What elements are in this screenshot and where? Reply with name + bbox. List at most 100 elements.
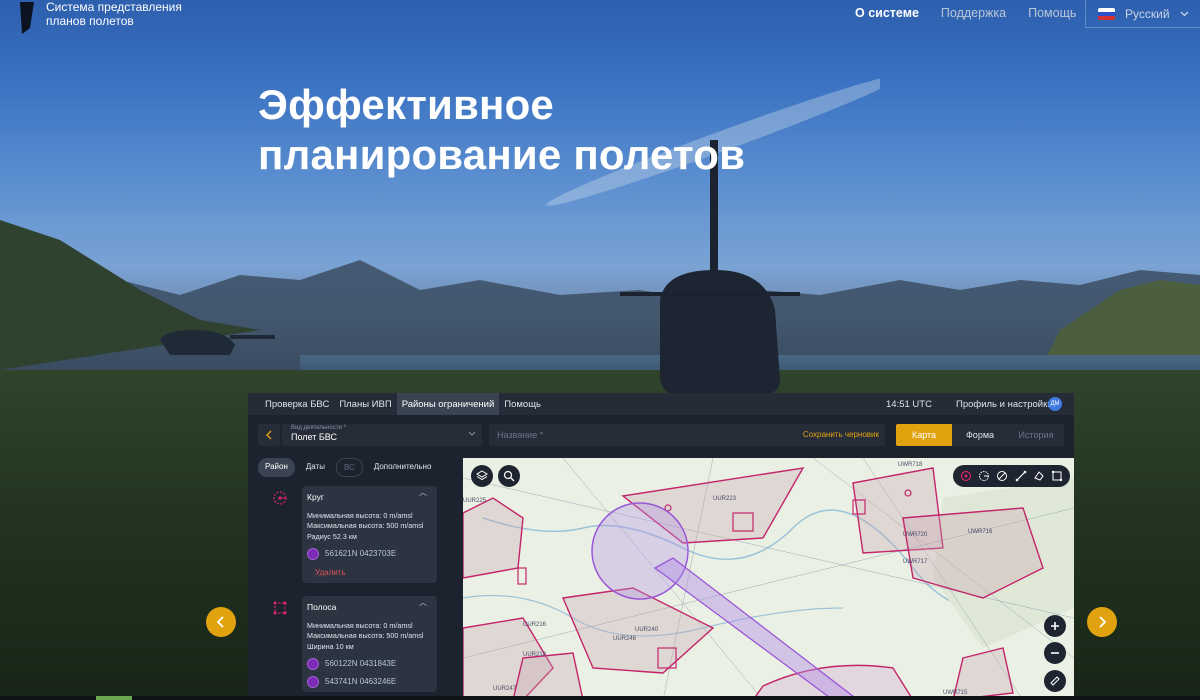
svg-text:UUR247: UUR247	[493, 686, 517, 692]
zone-max-alt: Максимальная высота: 500 m/amsl	[307, 631, 424, 640]
svg-text:UUR223: UUR223	[713, 496, 737, 502]
app-topbar: Проверка БВС Планы ИВП Районы ограничени…	[248, 393, 1074, 415]
map-canvas[interactable]: UUR223 UWR718 UWR716 UWR720 UWR717 UUR21…	[463, 458, 1074, 700]
language-selector[interactable]: Русский	[1085, 0, 1200, 28]
activity-label: Вид деятельности *	[291, 425, 346, 431]
collapse-icon[interactable]: ︿	[419, 598, 427, 609]
hero-title: Эффективное планирование полетов	[258, 81, 746, 178]
language-label: Русский	[1125, 6, 1170, 21]
profile-link[interactable]: Профиль и настройки	[956, 399, 1053, 410]
chevron-left-icon	[266, 430, 272, 440]
name-input[interactable]: Название * Сохранить черновик	[489, 424, 885, 446]
coordinate-value: 543741N 0463246E	[325, 676, 397, 686]
zone-title: Полоса	[307, 602, 337, 612]
ruler-icon	[1050, 676, 1060, 686]
name-placeholder: Название *	[497, 430, 544, 440]
svg-text:UUR246: UUR246	[613, 636, 637, 642]
coordinate-row: 560122N 0431843E	[307, 658, 432, 670]
circle-radius-icon[interactable]	[978, 470, 990, 482]
drawing-toolbar	[953, 465, 1070, 487]
pill-dates[interactable]: Даты	[299, 458, 332, 477]
zoom-in-button[interactable]	[1044, 615, 1066, 637]
svg-text:UUR216: UUR216	[523, 622, 547, 628]
activity-value: Полет БВС	[291, 432, 337, 442]
view-form-tab[interactable]: Форма	[952, 424, 1008, 446]
point-marker-icon	[307, 548, 319, 560]
carousel-prev-button[interactable]	[206, 607, 236, 637]
zone-min-alt: Минимальная высота: 0 m/amsl	[307, 510, 413, 520]
nav-support[interactable]: Поддержка	[941, 6, 1006, 20]
zone-card[interactable]: ︿ Полоса Минимальная высота: 0 m/amsl Ма…	[302, 596, 437, 692]
tab-restriction-zones[interactable]: Районы ограничений	[396, 393, 500, 415]
strip-zone-icon	[273, 601, 287, 615]
activity-select[interactable]: Вид деятельности * Полет БВС	[282, 424, 482, 446]
layers-icon	[476, 470, 488, 481]
measure-button[interactable]	[1044, 670, 1066, 692]
tab-plans[interactable]: Планы ИВП	[334, 393, 396, 415]
zone-extra: Радиус 52.3 км	[307, 531, 357, 541]
app-preview: Проверка БВС Планы ИВП Районы ограничени…	[248, 393, 1074, 700]
site-header: Система представления планов полетов О с…	[0, 0, 1200, 34]
pill-area[interactable]: Район	[258, 458, 295, 477]
zone-item: ︿ Полоса Минимальная высота: 0 m/amsl Ма…	[258, 596, 454, 700]
nav-about[interactable]: О системе	[855, 6, 919, 20]
svg-text:UWR717: UWR717	[903, 559, 928, 565]
plus-icon	[1051, 622, 1059, 630]
logo-text[interactable]: Система представления планов полетов	[46, 0, 206, 28]
avatar[interactable]: ДМ	[1048, 397, 1062, 411]
zone-sidebar: Район Даты ВС Дополнительно ︿ Круг Миним…	[258, 458, 454, 700]
zone-max-alt: Максимальная высота: 500 m/amsl	[307, 521, 424, 530]
progress-fill	[96, 696, 132, 700]
coordinate-row: 561621N 0423703E	[307, 548, 432, 560]
back-button[interactable]	[258, 424, 280, 446]
view-history-tab: История	[1018, 430, 1054, 440]
chevron-down-icon	[1180, 11, 1188, 16]
coordinate-row: 543741N 0463246E	[307, 676, 432, 688]
zone-title: Круг	[307, 492, 324, 502]
layers-button[interactable]	[471, 465, 493, 487]
polyline-icon[interactable]	[1015, 470, 1027, 482]
svg-text:UWR720: UWR720	[903, 532, 928, 538]
circle-zone-icon	[273, 491, 287, 505]
chevron-down-icon	[468, 431, 476, 436]
tab-uav-check[interactable]: Проверка БВС	[260, 393, 334, 415]
small-helicopter-illustration	[160, 330, 275, 355]
line-icon[interactable]	[996, 470, 1008, 482]
zone-extra: Ширина 10 км	[307, 641, 354, 651]
minus-icon	[1051, 652, 1059, 654]
carousel-next-button[interactable]	[1087, 607, 1117, 637]
save-draft-link[interactable]: Сохранить черновик	[803, 430, 879, 439]
coordinate-value: 560122N 0431843E	[325, 658, 397, 668]
coordinate-value: 561621N 0423703E	[325, 548, 397, 558]
delete-button[interactable]: Удалить	[315, 568, 432, 579]
svg-text:UUR225: UUR225	[463, 498, 487, 504]
point-marker-icon	[307, 658, 319, 670]
svg-text:UWR716: UWR716	[968, 529, 993, 535]
airspace-map[interactable]: UUR223 UWR718 UWR716 UWR720 UWR717 UUR21…	[463, 458, 1074, 700]
view-switcher: Карта Форма История	[896, 424, 1064, 446]
collapse-icon[interactable]: ︿	[419, 488, 427, 499]
chevron-right-icon	[1099, 616, 1107, 628]
progress-bar	[0, 696, 1200, 700]
nav-help[interactable]: Помощь	[1028, 6, 1076, 20]
zone-card[interactable]: ︿ Круг Минимальная высота: 0 m/amsl Макс…	[302, 486, 437, 583]
rectangle-icon[interactable]	[1051, 470, 1063, 482]
pill-extra[interactable]: Дополнительно	[367, 458, 439, 477]
tab-help[interactable]: Помощь	[499, 393, 546, 415]
zoom-out-button[interactable]	[1044, 642, 1066, 664]
circle-draw-icon[interactable]	[960, 470, 972, 482]
svg-text:UUR240: UUR240	[635, 627, 659, 633]
polygon-icon[interactable]	[1033, 470, 1045, 482]
zone-min-alt: Минимальная высота: 0 m/amsl	[307, 620, 413, 630]
search-icon	[503, 470, 515, 482]
utc-time: 14:51 UTC	[886, 399, 932, 410]
zone-item: ︿ Круг Минимальная высота: 0 m/amsl Макс…	[258, 486, 454, 596]
helicopter-illustration	[546, 74, 880, 395]
pill-aircraft: ВС	[335, 458, 363, 477]
map-search-button[interactable]	[498, 465, 520, 487]
chevron-left-icon	[216, 616, 224, 628]
plan-form: Вид деятельности * Полет БВС Название * …	[258, 424, 1074, 446]
logo-icon[interactable]	[18, 2, 34, 34]
view-map-tab[interactable]: Карта	[896, 424, 952, 446]
main-nav: О системе Поддержка Помощь	[855, 6, 1076, 20]
